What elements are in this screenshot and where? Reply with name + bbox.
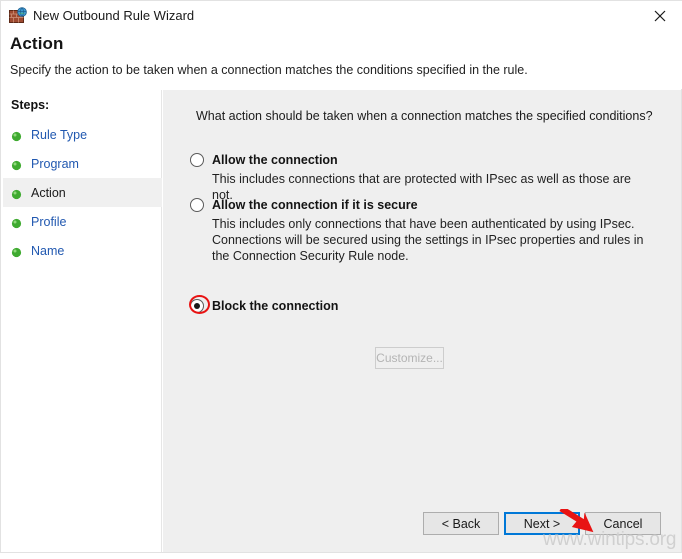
page-header: Action Specify the action to be taken wh… xyxy=(1,31,682,89)
title-bar: New Outbound Rule Wizard xyxy=(1,1,682,31)
window-title: New Outbound Rule Wizard xyxy=(33,8,195,23)
wizard-window: New Outbound Rule Wizard Action Specify … xyxy=(0,0,682,553)
main-panel: What action should be taken when a conne… xyxy=(163,90,681,552)
steps-sidebar: Steps: Rule Type Program Action Profile … xyxy=(3,90,162,552)
steps-list: Rule Type Program Action Profile Name xyxy=(3,120,162,265)
sidebar-item-label: Name xyxy=(31,243,65,258)
radio-allow-if-secure[interactable] xyxy=(190,198,204,212)
sidebar-item-label: Profile xyxy=(31,214,67,229)
bullet-icon xyxy=(11,187,22,200)
sidebar-item-label: Rule Type xyxy=(31,127,88,142)
bullet-icon xyxy=(11,216,22,229)
sidebar-item-rule-type[interactable]: Rule Type xyxy=(3,120,162,149)
sidebar-item-profile[interactable]: Profile xyxy=(3,207,162,236)
option-row: Block the connection xyxy=(190,298,660,316)
firewall-icon xyxy=(9,7,27,25)
option-allow-if-secure: Allow the connection if it is secure Thi… xyxy=(190,197,660,263)
radio-block-connection[interactable] xyxy=(190,299,204,313)
option-allow-connection: Allow the connection This includes conne… xyxy=(190,152,660,202)
bullet-icon xyxy=(11,129,22,142)
close-icon[interactable] xyxy=(637,1,682,30)
page-subtitle: Specify the action to be taken when a co… xyxy=(10,63,528,77)
option-title: Allow the connection xyxy=(212,153,338,167)
cancel-button[interactable]: Cancel xyxy=(585,512,661,535)
option-block-connection: Block the connection xyxy=(190,298,660,316)
sidebar-item-action[interactable]: Action xyxy=(3,178,162,207)
next-button[interactable]: Next > xyxy=(504,512,580,535)
sidebar-item-name[interactable]: Name xyxy=(3,236,162,265)
option-row: Allow the connection if it is secure xyxy=(190,197,660,215)
sidebar-item-label: Action xyxy=(31,185,66,200)
steps-heading: Steps: xyxy=(11,98,50,112)
page-title: Action xyxy=(10,34,64,53)
sidebar-item-label: Program xyxy=(31,156,79,171)
back-button[interactable]: < Back xyxy=(423,512,499,535)
customize-button[interactable]: Customize... xyxy=(375,347,444,369)
option-title: Allow the connection if it is secure xyxy=(212,198,418,212)
radio-allow-connection[interactable] xyxy=(190,153,204,167)
bullet-icon xyxy=(11,245,22,258)
option-row: Allow the connection xyxy=(190,152,660,170)
option-title: Block the connection xyxy=(212,299,339,313)
option-description: This includes only connections that have… xyxy=(212,217,644,263)
sidebar-item-program[interactable]: Program xyxy=(3,149,162,178)
action-question: What action should be taken when a conne… xyxy=(196,109,653,123)
bullet-icon xyxy=(11,158,22,171)
